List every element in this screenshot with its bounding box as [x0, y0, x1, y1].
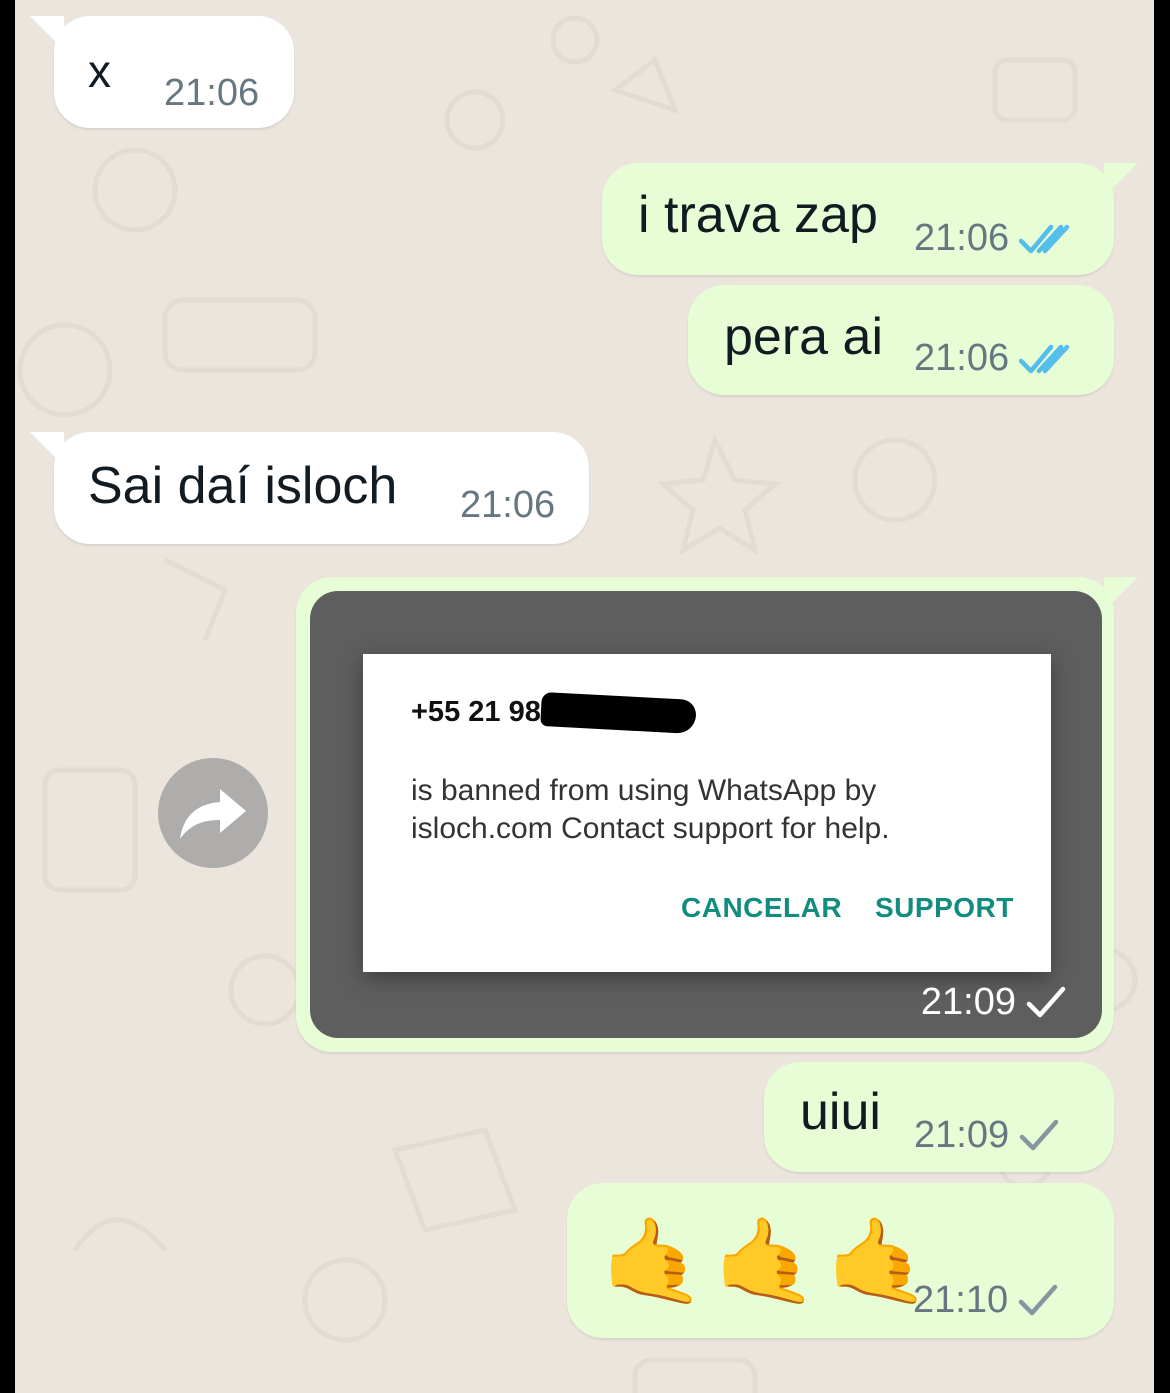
message-bubble-outgoing[interactable]: uiui 21:09 — [764, 1062, 1114, 1172]
bubble-tail — [1104, 577, 1138, 611]
screenshot-image[interactable]: +55 21 98 is banned from using WhatsApp … — [310, 591, 1102, 1038]
call-me-hand-emoji: 🤙 — [713, 1214, 819, 1308]
message-bubble-outgoing[interactable]: i trava zap 21:06 — [602, 163, 1138, 275]
forward-button[interactable] — [158, 758, 268, 868]
message-time: 21:06 — [164, 72, 260, 114]
message-time: 21:06 — [914, 217, 1010, 259]
forward-arrow-icon — [180, 789, 246, 839]
ban-dialog: +55 21 98 is banned from using WhatsApp … — [363, 654, 1051, 972]
emoji-message-bubble[interactable]: 🤙 🤙 🤙 21:10 — [567, 1183, 1114, 1338]
bubble-tail — [30, 432, 64, 466]
dialog-cancel-button: CANCELAR — [681, 892, 843, 923]
message-bubble-incoming[interactable]: Sai daí isloch 21:06 — [30, 432, 589, 544]
message-text: x — [88, 45, 111, 97]
image-message-bubble[interactable]: +55 21 98 is banned from using WhatsApp … — [296, 577, 1138, 1052]
single-check-icon — [1019, 1119, 1059, 1153]
bubble-tail — [30, 16, 64, 50]
message-time: 21:09 — [920, 981, 1016, 1023]
message-time: 21:09 — [914, 1114, 1010, 1156]
emoji-row: 🤙 🤙 🤙 — [601, 1211, 931, 1311]
double-check-icon — [1019, 222, 1073, 256]
double-check-icon — [1019, 342, 1073, 376]
message-text: pera ai — [724, 308, 883, 366]
message-time: 21:06 — [460, 484, 556, 526]
message-time: 21:10 — [913, 1279, 1009, 1321]
message-bubble-incoming[interactable]: x 21:06 — [30, 16, 294, 128]
dialog-phone-number: +55 21 98 — [411, 696, 541, 728]
message-text: uiui — [800, 1083, 881, 1141]
dialog-message: is banned from using WhatsApp by isloch.… — [411, 774, 890, 845]
single-check-icon — [1018, 1284, 1058, 1318]
message-time: 21:06 — [914, 337, 1010, 379]
dialog-support-button: SUPPORT — [875, 892, 1014, 923]
message-text: i trava zap — [638, 186, 878, 244]
single-check-icon — [1026, 986, 1066, 1020]
redaction-scribble — [540, 691, 697, 735]
message-text: Sai daí isloch — [88, 457, 398, 515]
message-bubble-outgoing[interactable]: pera ai 21:06 — [688, 285, 1114, 395]
call-me-hand-emoji: 🤙 — [601, 1214, 706, 1308]
bubble-tail — [1104, 163, 1138, 197]
chat-area[interactable]: x 21:06 i trava zap 21:06 pera ai 21:06 … — [15, 0, 1154, 1393]
